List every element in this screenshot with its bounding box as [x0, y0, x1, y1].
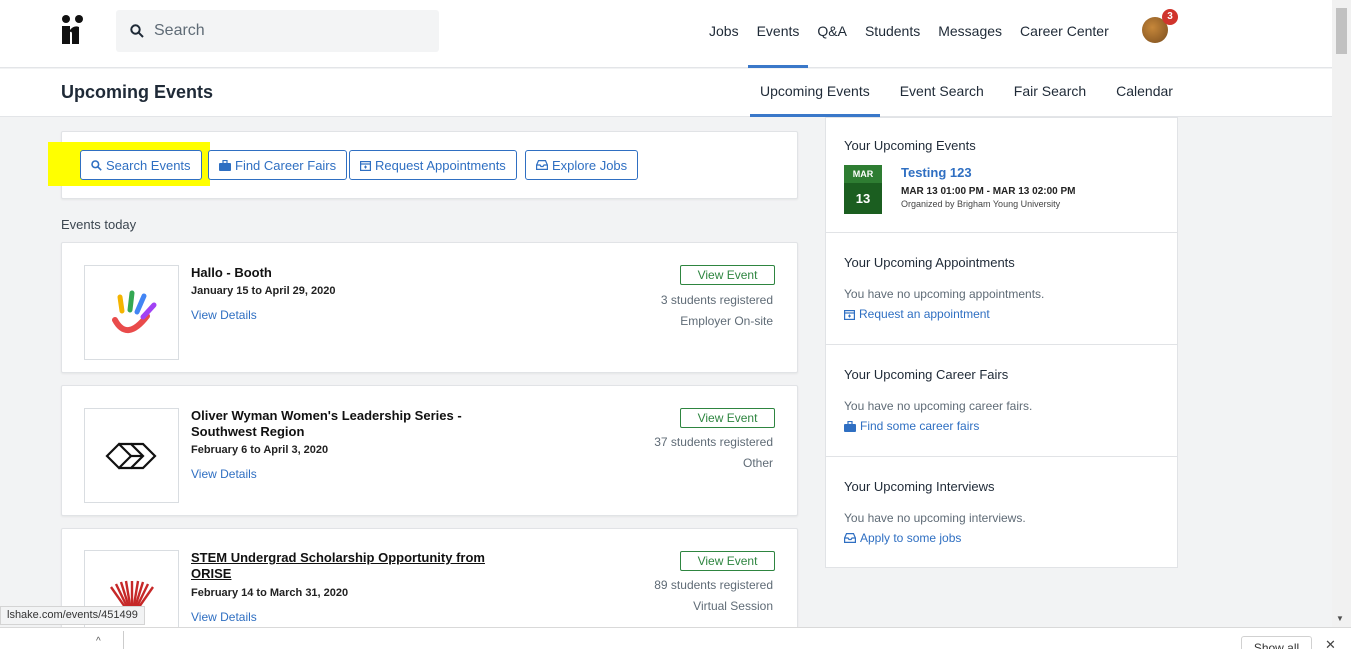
- briefcase-icon: [844, 420, 856, 432]
- event-title[interactable]: Hallo - Booth: [191, 265, 521, 281]
- empty-message: You have no upcoming interviews.: [844, 511, 1026, 525]
- apply-jobs-link[interactable]: Apply to some jobs: [844, 531, 961, 545]
- empty-message: You have no upcoming career fairs.: [844, 399, 1033, 413]
- view-event-button[interactable]: View Event: [680, 265, 775, 285]
- event-type: Other: [742, 456, 773, 470]
- upcoming-event-title[interactable]: Testing 123: [901, 165, 972, 180]
- view-details-link[interactable]: View Details: [191, 308, 257, 322]
- section-heading: Your Upcoming Appointments: [844, 255, 1015, 270]
- find-career-fairs-button[interactable]: Find Career Fairs: [208, 150, 348, 180]
- link-label: Apply to some jobs: [860, 531, 962, 545]
- scrollbar-thumb[interactable]: [1336, 8, 1347, 54]
- appointments-section: Your Upcoming Appointments You have no u…: [826, 233, 1177, 345]
- nav-messages[interactable]: Messages: [929, 0, 1011, 68]
- tab-upcoming-events[interactable]: Upcoming Events: [750, 69, 880, 117]
- scrollbar[interactable]: ▼: [1332, 0, 1351, 627]
- calendar-day: 13: [844, 183, 882, 214]
- event-title[interactable]: STEM Undergrad Scholarship Opportunity f…: [191, 550, 521, 582]
- status-url: lshake.com/events/451499: [0, 606, 145, 625]
- calendar-icon: [360, 160, 371, 171]
- page-title: Upcoming Events: [61, 82, 214, 102]
- briefcase-icon: [219, 159, 231, 171]
- divider: [123, 631, 124, 649]
- sub-nav: Upcoming Events Event Search Fair Search…: [750, 69, 1193, 117]
- event-card: STEM Undergrad Scholarship Opportunity f…: [61, 528, 798, 638]
- chevron-up-icon[interactable]: ^: [96, 636, 101, 647]
- nav-qa[interactable]: Q&A: [808, 0, 856, 68]
- search-icon: [91, 159, 102, 171]
- event-logo-hallo: [84, 265, 179, 360]
- search-input[interactable]: Search: [116, 10, 439, 52]
- find-career-fairs-label: Find Career Fairs: [235, 157, 337, 173]
- download-bar: ^ Show all ✕: [0, 627, 1351, 649]
- search-placeholder: Search: [154, 22, 205, 39]
- nav-events[interactable]: Events: [747, 0, 809, 68]
- request-appointments-button[interactable]: Request Appointments: [349, 150, 517, 180]
- search-icon: [130, 24, 144, 38]
- find-career-fairs-link[interactable]: Find some career fairs: [844, 419, 979, 433]
- events-today-heading: Events today: [61, 217, 137, 232]
- view-details-link[interactable]: View Details: [191, 610, 257, 624]
- event-dates: February 6 to April 3, 2020: [191, 444, 329, 456]
- explore-jobs-label: Explore Jobs: [552, 157, 628, 173]
- calendar-date-badge: MAR 13: [844, 165, 882, 214]
- view-event-button[interactable]: View Event: [680, 408, 775, 428]
- event-title[interactable]: Oliver Wyman Women's Leadership Series -…: [191, 408, 521, 440]
- event-logo-oliver-wyman: [84, 408, 179, 503]
- registered-count: 37 students registered: [654, 435, 773, 449]
- upcoming-event-organizer: Organized by Brigham Young University: [901, 199, 1061, 209]
- search-events-button[interactable]: Search Events: [80, 150, 202, 180]
- calendar-icon: [844, 309, 855, 320]
- explore-jobs-button[interactable]: Explore Jobs: [525, 150, 639, 180]
- notification-badge: 3: [1162, 9, 1178, 25]
- nav-jobs[interactable]: Jobs: [700, 0, 748, 68]
- event-card: Oliver Wyman Women's Leadership Series -…: [61, 385, 798, 516]
- link-label: Find some career fairs: [860, 419, 980, 433]
- event-card: Hallo - Booth January 15 to April 29, 20…: [61, 242, 798, 373]
- close-icon[interactable]: ✕: [1325, 637, 1336, 649]
- event-dates: February 14 to March 31, 2020: [191, 587, 349, 599]
- request-appointment-link[interactable]: Request an appointment: [844, 307, 990, 321]
- inbox-icon: [844, 533, 856, 543]
- search-events-label: Search Events: [106, 157, 191, 173]
- interviews-section: Your Upcoming Interviews You have no upc…: [826, 457, 1177, 569]
- scroll-down-arrow-icon[interactable]: ▼: [1336, 614, 1344, 623]
- sidebar: Your Upcoming Events MAR 13 Testing 123 …: [825, 117, 1178, 568]
- handshake-logo[interactable]: [60, 14, 90, 46]
- section-heading: Your Upcoming Events: [844, 138, 976, 153]
- nav-students[interactable]: Students: [856, 0, 929, 68]
- sub-header: Upcoming Events Upcoming Events Event Se…: [0, 69, 1332, 117]
- request-appointments-label: Request Appointments: [375, 157, 506, 173]
- show-all-button[interactable]: Show all: [1241, 636, 1312, 649]
- main-nav: Jobs Events Q&A Students Messages Career…: [700, 0, 1118, 68]
- view-details-link[interactable]: View Details: [191, 467, 257, 481]
- section-heading: Your Upcoming Career Fairs: [844, 367, 1009, 382]
- nav-career-center[interactable]: Career Center: [1011, 0, 1118, 68]
- calendar-month: MAR: [844, 165, 882, 183]
- tab-calendar[interactable]: Calendar: [1106, 69, 1183, 117]
- registered-count: 3 students registered: [660, 293, 773, 307]
- empty-message: You have no upcoming appointments.: [844, 287, 1045, 301]
- career-fairs-section: Your Upcoming Career Fairs You have no u…: [826, 345, 1177, 457]
- view-event-button[interactable]: View Event: [680, 551, 775, 571]
- upcoming-events-section: Your Upcoming Events MAR 13 Testing 123 …: [826, 118, 1177, 233]
- event-type: Employer On-site: [680, 314, 773, 328]
- event-dates: January 15 to April 29, 2020: [191, 285, 336, 297]
- inbox-icon: [536, 160, 548, 170]
- event-type: Virtual Session: [693, 599, 773, 613]
- top-navbar: Search Jobs Events Q&A Students Messages…: [0, 0, 1332, 68]
- section-heading: Your Upcoming Interviews: [844, 479, 995, 494]
- tab-event-search[interactable]: Event Search: [890, 69, 994, 117]
- tab-fair-search[interactable]: Fair Search: [1004, 69, 1096, 117]
- upcoming-event-time: MAR 13 01:00 PM - MAR 13 02:00 PM: [901, 186, 1076, 197]
- link-label: Request an appointment: [859, 307, 990, 321]
- registered-count: 89 students registered: [654, 578, 773, 592]
